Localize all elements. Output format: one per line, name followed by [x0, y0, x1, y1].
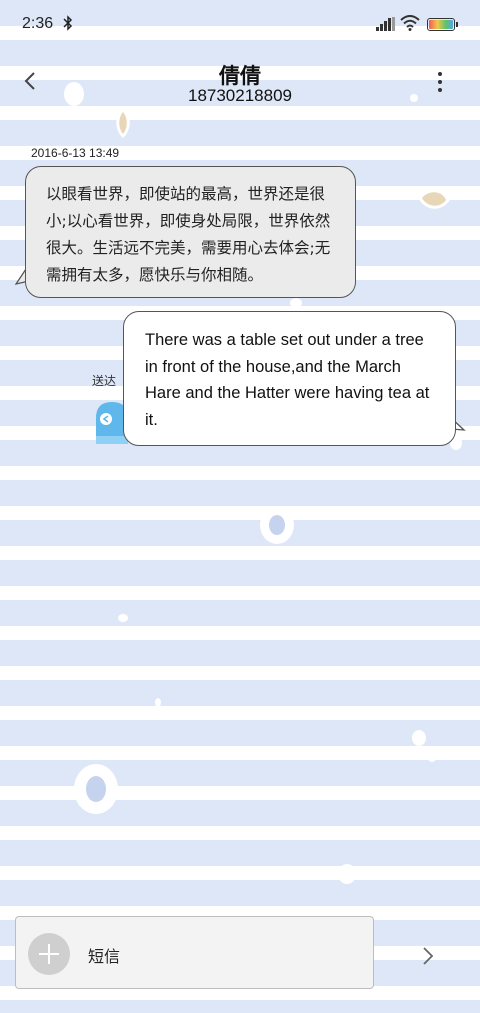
more-vertical-icon[interactable] — [428, 68, 452, 98]
delivery-status: 送达 — [92, 374, 117, 388]
decoration-ring — [260, 506, 294, 544]
battery-icon — [427, 18, 458, 31]
decoration-circle — [118, 614, 128, 622]
message-text: 以眼看世界，即使站的最高，世界还是很小;以心看世界，即使身处局限，世界依然很大。… — [46, 185, 331, 284]
decoration-ring — [74, 764, 118, 814]
chevron-right-icon[interactable] — [417, 943, 439, 969]
wifi-icon — [400, 15, 420, 35]
contact-number: 18730218809 — [187, 86, 292, 105]
status-time: 2:36 — [22, 15, 54, 32]
incoming-message-bubble[interactable]: 以眼看世界，即使站的最高，世界还是很小;以心看世界，即使身处局限，世界依然很大。… — [25, 166, 356, 298]
decoration-circle — [338, 864, 356, 884]
compose-bar: 短信 — [15, 916, 374, 989]
conversation-header: 倩倩 18730218809 — [0, 52, 480, 112]
decoration-circle — [428, 754, 436, 762]
message-timestamp: 2016-6-13 13:49 — [31, 146, 120, 160]
decoration-leaf — [418, 189, 450, 209]
decoration-circle — [155, 698, 161, 707]
status-bar: 2:36 — [0, 0, 480, 52]
bluetooth-icon — [63, 15, 73, 35]
signal-icon — [376, 16, 396, 35]
message-input[interactable]: 短信 — [88, 943, 120, 967]
outgoing-message-bubble[interactable]: There was a table set out under a tree i… — [123, 311, 456, 446]
decoration-circle — [412, 730, 426, 746]
message-text: There was a table set out under a tree i… — [145, 331, 430, 429]
decoration-circle — [304, 548, 313, 557]
decoration-circle — [290, 298, 302, 308]
plus-icon[interactable] — [28, 933, 70, 975]
